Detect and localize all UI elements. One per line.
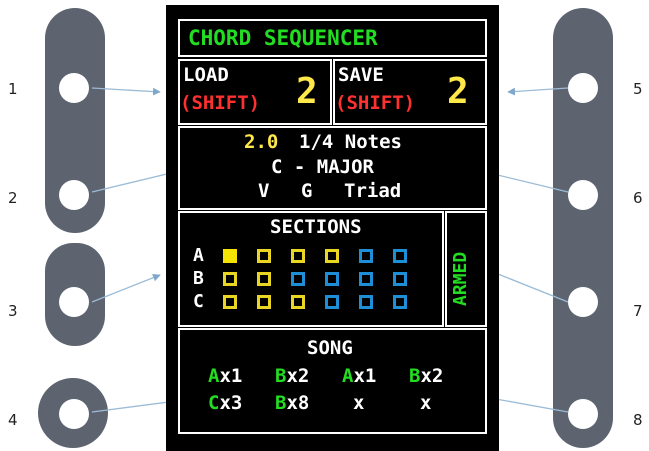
section-b-step-2[interactable] [257, 272, 271, 286]
song-step-repeat: x [420, 392, 432, 414]
arrow-5 [507, 87, 569, 96]
song-step-7[interactable]: x [353, 392, 364, 414]
chord-type: Triad [344, 180, 402, 202]
song-step-section: B [275, 365, 287, 387]
chord-root: G [301, 180, 313, 202]
song-step-4[interactable]: Bx2 [409, 365, 443, 387]
section-a-step-1[interactable] [223, 249, 237, 263]
song-step-repeat: x2 [420, 365, 444, 387]
section-c-step-4[interactable] [325, 295, 339, 309]
song-step-repeat: x8 [286, 392, 310, 414]
song-step-1[interactable]: Ax1 [208, 365, 242, 387]
section-c-step-5[interactable] [359, 295, 373, 309]
song-step-8[interactable]: x [420, 392, 431, 414]
section-c-step-3[interactable] [291, 295, 305, 309]
section-c-step-2[interactable] [257, 295, 271, 309]
section-a-step-5[interactable] [359, 249, 373, 263]
section-label-b: B [193, 268, 204, 289]
song-step-repeat: x1 [219, 365, 243, 387]
section-a-step-4[interactable] [325, 249, 339, 263]
arrow-3 [91, 273, 161, 303]
load-slot-value: 2 [296, 71, 318, 112]
song-step-section: A [208, 365, 220, 387]
section-a-step-2[interactable] [257, 249, 271, 263]
tempo-value: 2.0 [244, 131, 279, 153]
song-title: SONG [307, 337, 353, 359]
section-label-a: A [193, 245, 204, 266]
section-a-step-6[interactable] [393, 249, 407, 263]
section-b-step-5[interactable] [359, 272, 373, 286]
song-step-repeat: x2 [286, 365, 310, 387]
chord-degree: V [258, 180, 270, 202]
song-step-repeat: x1 [353, 365, 377, 387]
section-b-step-3[interactable] [291, 272, 305, 286]
song-step-section: A [342, 365, 354, 387]
song-step-repeat: x3 [219, 392, 243, 414]
note-length: 1/4 Notes [299, 131, 402, 153]
section-label-c: C [193, 291, 204, 312]
section-b-step-4[interactable] [325, 272, 339, 286]
section-a-step-3[interactable] [291, 249, 305, 263]
section-b-step-1[interactable] [223, 272, 237, 286]
song-step-section: B [275, 392, 287, 414]
section-c-step-6[interactable] [393, 295, 407, 309]
armed-status: ARMED [450, 251, 471, 306]
song-step-repeat: x [353, 392, 365, 414]
song-step-3[interactable]: Ax1 [342, 365, 376, 387]
save-slot-value: 2 [447, 71, 469, 112]
song-step-section: B [409, 365, 421, 387]
sections-title: SECTIONS [270, 216, 362, 238]
song-step-6[interactable]: Bx8 [275, 392, 309, 414]
save-label: SAVE [338, 64, 384, 86]
display-screen: CHORD SEQUENCER LOAD (SHIFT) 2 SAVE (SHI… [166, 5, 499, 451]
save-shift-label: (SHIFT) [335, 92, 416, 114]
section-c-step-1[interactable] [223, 295, 237, 309]
load-label: LOAD [183, 64, 229, 86]
app-title: CHORD SEQUENCER [188, 26, 378, 50]
song-step-5[interactable]: Cx3 [208, 392, 242, 414]
song-step-section: C [208, 392, 220, 414]
section-b-step-6[interactable] [393, 272, 407, 286]
song-step-2[interactable]: Bx2 [275, 365, 309, 387]
load-shift-label: (SHIFT) [180, 92, 261, 114]
arrow-1 [91, 87, 161, 96]
arrow-7 [487, 268, 569, 303]
key-scale: C - MAJOR [271, 156, 374, 178]
